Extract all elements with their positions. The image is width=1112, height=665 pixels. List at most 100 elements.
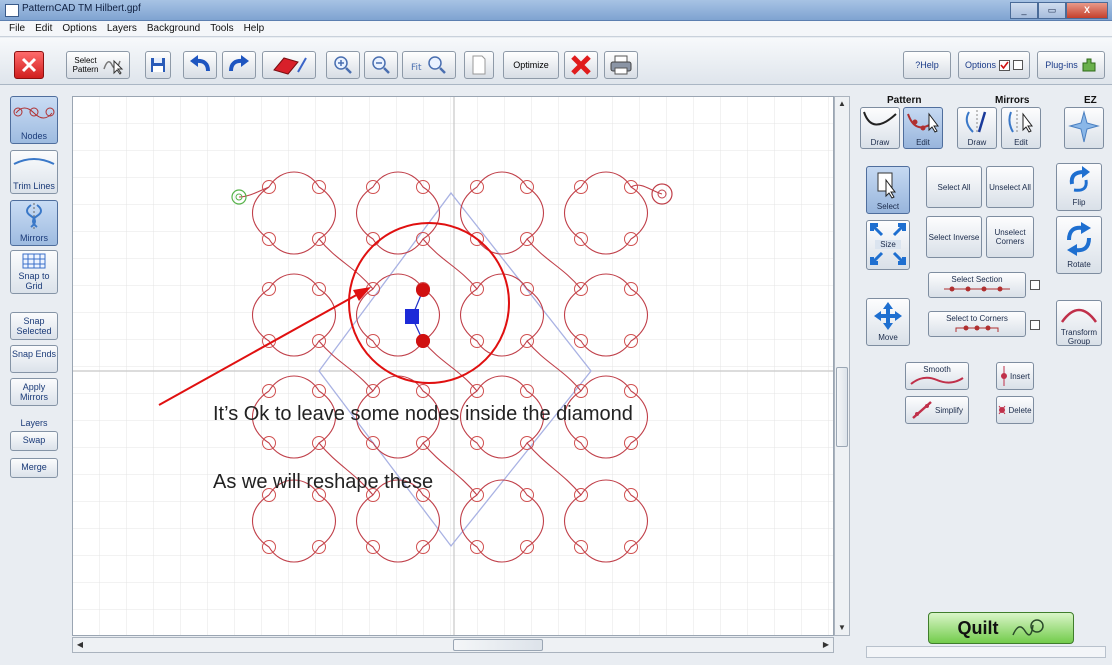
snap-selected-button[interactable]: Snap Selected	[10, 312, 58, 340]
section-nodes-icon	[944, 286, 1010, 292]
menu-layers[interactable]: Layers	[102, 23, 142, 34]
edit-nodes-icon	[907, 112, 939, 133]
minimize-button[interactable]: _	[1010, 2, 1038, 19]
exit-icon	[21, 57, 37, 73]
help-button[interactable]: ?Help	[903, 51, 951, 79]
select-section-label: Select Section	[951, 275, 1003, 284]
delete-pattern-button[interactable]	[564, 51, 598, 79]
rotate-button[interactable]: Rotate	[1056, 216, 1102, 274]
pattern-draw-button[interactable]: Draw	[860, 107, 900, 149]
select-all-label: Select All	[937, 182, 971, 192]
svg-text:Fit: Fit	[411, 63, 422, 73]
blank-page-button[interactable]	[464, 51, 494, 79]
move-button[interactable]: Move	[866, 298, 910, 346]
mirror-edit-icon	[1008, 110, 1033, 134]
menu-file[interactable]: File	[4, 23, 30, 34]
menu-edit[interactable]: Edit	[30, 23, 57, 34]
horizontal-scroll-thumb[interactable]	[453, 639, 543, 651]
vertical-scrollbar[interactable]: ▲ ▼	[834, 96, 850, 636]
status-bar	[866, 646, 1106, 658]
menu-help[interactable]: Help	[239, 23, 270, 34]
select-pattern-label: Select Pattern	[72, 56, 99, 74]
swap-button[interactable]: Swap	[10, 431, 58, 451]
plugins-button[interactable]: Plug-ins	[1037, 51, 1105, 79]
select-pattern-button[interactable]: Select Pattern	[66, 51, 130, 79]
scroll-up-arrow[interactable]: ▲	[835, 97, 849, 111]
scroll-down-arrow[interactable]: ▼	[835, 621, 849, 635]
zoom-in-button[interactable]	[326, 51, 360, 79]
transform-group-button[interactable]: Transform Group	[1056, 300, 1102, 346]
ez-button[interactable]	[1064, 107, 1104, 149]
select-to-corners-checkbox[interactable]	[1030, 320, 1040, 330]
pattern-draw-label: Draw	[870, 138, 890, 147]
nodes-button[interactable]: Nodes	[10, 96, 58, 144]
page-icon	[472, 55, 486, 75]
scroll-left-arrow[interactable]: ◀	[73, 638, 87, 652]
select-all-button[interactable]: Select All	[926, 166, 982, 208]
move-arrows-icon	[874, 302, 902, 330]
insert-icon	[1000, 366, 1007, 386]
pattern-arrow-icon	[102, 59, 123, 75]
select-button[interactable]: Select	[866, 166, 910, 214]
mirrors-edit-button[interactable]: Edit	[1001, 107, 1041, 149]
help-label: ?Help	[915, 60, 939, 70]
swap-label: Swap	[22, 435, 46, 445]
optimize-label: Optimize	[513, 60, 549, 70]
red-x-icon	[571, 55, 591, 75]
save-button[interactable]	[145, 51, 171, 79]
rotate-label: Rotate	[1067, 260, 1091, 269]
undo-button[interactable]	[183, 51, 217, 79]
delete-label: Delete	[1008, 405, 1032, 415]
pattern-edit-button[interactable]: Edit	[903, 107, 943, 149]
trim-lines-button[interactable]: Trim Lines	[10, 150, 58, 194]
eraser-button[interactable]	[262, 51, 316, 79]
mirrors-draw-button[interactable]: Draw	[957, 107, 997, 149]
rotate-icon	[1067, 222, 1091, 256]
simplify-button[interactable]: Simplify	[905, 396, 969, 424]
menu-background[interactable]: Background	[142, 23, 205, 34]
options-label: Options	[964, 60, 997, 70]
horizontal-scrollbar[interactable]: ◀ ▶	[72, 637, 834, 653]
redo-button[interactable]	[222, 51, 256, 79]
maximize-button[interactable]: ▭	[1038, 2, 1066, 19]
annotation-text-2: As we will reshape these	[213, 471, 434, 493]
flip-button[interactable]: Flip	[1056, 163, 1102, 211]
quilt-button[interactable]: Quilt	[928, 612, 1074, 644]
selected-node-bottom[interactable]	[416, 334, 430, 348]
close-window-button[interactable]: X	[1066, 2, 1108, 19]
zoom-fit-icon: Fit	[411, 56, 446, 74]
apply-mirrors-button[interactable]: Apply Mirrors	[10, 378, 58, 406]
select-to-corners-button[interactable]: Select to Corners	[928, 311, 1026, 337]
merge-button[interactable]: Merge	[10, 458, 58, 478]
zoom-fit-button[interactable]: Fit	[402, 51, 456, 79]
drawing-canvas[interactable]	[72, 96, 834, 636]
mirrors-label: Mirrors	[20, 233, 48, 243]
exit-button[interactable]	[14, 51, 44, 79]
quilt-needle-icon	[1011, 619, 1044, 636]
unselect-corners-button[interactable]: Unselect Corners	[986, 216, 1034, 258]
mirror-draw-icon	[965, 110, 987, 134]
options-button[interactable]: Options	[958, 51, 1030, 79]
insert-button[interactable]: Insert	[996, 362, 1034, 390]
optimize-button[interactable]: Optimize	[503, 51, 559, 79]
snap-ends-button[interactable]: Snap Ends	[10, 345, 58, 373]
select-inverse-label: Select Inverse	[928, 232, 980, 242]
unselect-all-button[interactable]: Unselect All	[986, 166, 1034, 208]
menu-tools[interactable]: Tools	[205, 23, 238, 34]
mirrors-toggle-button[interactable]: Mirrors	[10, 200, 58, 246]
select-inverse-button[interactable]: Select Inverse	[926, 216, 982, 258]
delete-node-button[interactable]: Delete	[996, 396, 1034, 424]
center-control-point[interactable]	[405, 309, 419, 324]
vertical-scroll-thumb[interactable]	[836, 367, 848, 447]
scroll-right-arrow[interactable]: ▶	[819, 638, 833, 652]
pattern-section-title: Pattern	[887, 95, 922, 106]
selected-node-top[interactable]	[416, 283, 430, 297]
menu-options[interactable]: Options	[57, 23, 101, 34]
smooth-button[interactable]: Smooth	[905, 362, 969, 390]
snap-to-grid-button[interactable]: Snap to Grid	[10, 250, 58, 294]
ez-star-icon	[1068, 110, 1100, 143]
select-section-checkbox[interactable]	[1030, 280, 1040, 290]
zoom-out-button[interactable]	[364, 51, 398, 79]
select-section-button[interactable]: Select Section	[928, 272, 1026, 298]
print-button[interactable]	[604, 51, 638, 79]
